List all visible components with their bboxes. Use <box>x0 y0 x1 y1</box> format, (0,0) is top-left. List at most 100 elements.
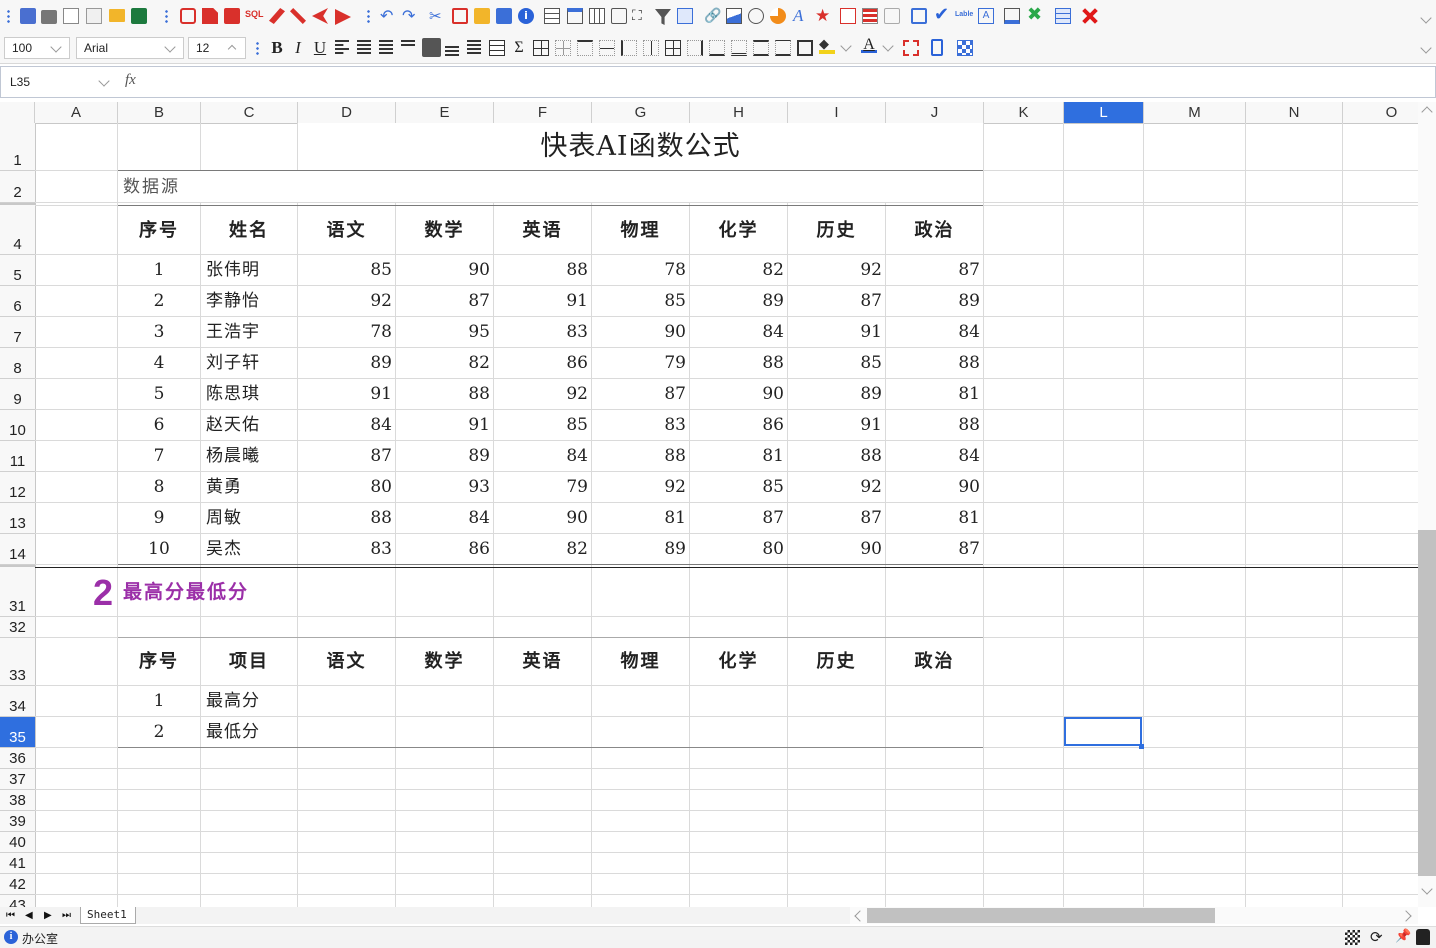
cell-grid[interactable]: 快表AI函数公式 数据源 序号 姓名 语文 数学 英语 物理 化学 历史 政治 … <box>35 123 1418 907</box>
border-all-icon[interactable] <box>533 40 549 56</box>
redo-icon[interactable]: ↷ <box>402 8 418 24</box>
row-header[interactable]: 42 <box>0 874 35 895</box>
column-header[interactable]: D <box>298 102 396 123</box>
border-hmiddle-icon[interactable] <box>599 40 615 56</box>
run-icon[interactable] <box>335 9 351 25</box>
align-center-icon[interactable] <box>357 40 371 56</box>
mobile-icon[interactable] <box>931 39 943 56</box>
fullscreen-icon[interactable] <box>903 40 919 56</box>
refresh-icon[interactable]: ⟳ <box>1370 929 1386 945</box>
paste-special-icon[interactable] <box>496 8 512 24</box>
row-header[interactable]: 2 <box>0 171 35 203</box>
toolbar-grip-icon[interactable] <box>7 9 10 23</box>
list-icon[interactable] <box>1055 8 1071 24</box>
confirm-icon[interactable]: ✖ <box>1027 6 1043 24</box>
row-header[interactable]: 37 <box>0 769 35 790</box>
column-header[interactable]: A <box>35 102 118 123</box>
row-header[interactable]: 36 <box>0 748 35 769</box>
row-header[interactable]: 39 <box>0 811 35 832</box>
font-color-icon[interactable]: A <box>861 37 877 53</box>
row-header[interactable]: 14 <box>0 534 35 565</box>
grid-icon[interactable] <box>589 8 605 24</box>
border-thick-bottom-icon[interactable] <box>775 40 791 56</box>
screenshot-icon[interactable] <box>911 8 927 24</box>
shape-icon[interactable] <box>748 8 764 24</box>
star-icon[interactable]: ★ <box>815 7 831 25</box>
label-icon[interactable]: Lable <box>955 11 973 27</box>
merge-cells-icon[interactable] <box>489 40 505 56</box>
row-header[interactable]: 5 <box>0 255 35 286</box>
border-vmiddle-icon[interactable] <box>643 40 659 56</box>
zoom-select[interactable]: 100 <box>4 37 70 59</box>
align-top-icon[interactable] <box>401 40 415 48</box>
pdf-icon[interactable] <box>180 8 196 24</box>
border-top-icon[interactable] <box>577 40 593 56</box>
selected-cell[interactable] <box>1064 717 1142 746</box>
dropdown-control-icon[interactable] <box>1004 8 1020 24</box>
column-header-selected[interactable]: L <box>1064 102 1144 123</box>
toolbar-grip-icon[interactable] <box>367 9 370 23</box>
row-header[interactable]: 41 <box>0 853 35 874</box>
row-header[interactable]: 10 <box>0 410 35 441</box>
open-folder-icon[interactable] <box>109 9 125 22</box>
insert-image-icon[interactable] <box>726 8 742 24</box>
underline-button[interactable]: U <box>310 38 330 58</box>
border-double-bottom-icon[interactable] <box>731 40 747 56</box>
formula-input[interactable] <box>151 72 1421 92</box>
row-header-selected[interactable]: 35 <box>0 717 35 748</box>
binoculars-icon[interactable]: ⛶ <box>632 8 648 24</box>
toolbar-expand-icon[interactable] <box>1420 12 1432 24</box>
column-header[interactable]: C <box>201 102 298 123</box>
print-icon[interactable] <box>41 10 57 24</box>
info-icon[interactable]: i <box>518 8 534 24</box>
chart-pie-icon[interactable] <box>770 8 786 24</box>
wrap-text-icon[interactable] <box>467 40 481 56</box>
font-name-select[interactable]: Arial <box>76 37 184 59</box>
insert-sheet-icon[interactable] <box>202 8 218 24</box>
column-header[interactable]: E <box>396 102 494 123</box>
export-excel-icon[interactable] <box>131 8 147 24</box>
next-sheet-icon[interactable]: ▶ <box>44 910 54 921</box>
toolbar-grip-icon[interactable] <box>256 41 259 55</box>
row-header[interactable]: 4 <box>0 203 35 255</box>
toolbar-grip-icon[interactable] <box>165 9 168 23</box>
column-header[interactable]: B <box>118 102 201 123</box>
delete-sheet-icon[interactable] <box>224 8 240 24</box>
column-header[interactable]: J <box>886 102 984 123</box>
image-table-icon[interactable] <box>677 8 693 24</box>
sheet-tab[interactable]: Sheet1 <box>80 907 136 924</box>
row-header[interactable]: 34 <box>0 686 35 717</box>
copy-icon[interactable] <box>452 8 468 24</box>
column-header[interactable]: H <box>690 102 788 123</box>
save-icon[interactable] <box>20 8 36 24</box>
undo-icon[interactable]: ↶ <box>380 8 396 24</box>
close-icon[interactable] <box>1081 7 1099 25</box>
bold-button[interactable]: B <box>267 38 287 58</box>
italic-button[interactable]: I <box>288 38 308 58</box>
column-header[interactable]: N <box>1246 102 1343 123</box>
link-icon[interactable]: 🔗 <box>704 8 721 24</box>
insert-table-icon[interactable] <box>544 8 560 24</box>
column-header[interactable]: K <box>984 102 1064 123</box>
row-header[interactable]: 11 <box>0 441 35 472</box>
sum-icon[interactable]: Σ <box>509 38 529 58</box>
scroll-down-icon[interactable] <box>1421 883 1433 895</box>
page-setup-icon[interactable] <box>86 8 102 24</box>
column-header[interactable]: I <box>788 102 886 123</box>
border-inside-icon[interactable] <box>665 40 681 56</box>
align-middle-icon[interactable] <box>422 38 441 57</box>
row-header[interactable]: 13 <box>0 503 35 534</box>
row-header[interactable]: 31 <box>0 565 35 617</box>
vertical-scroll-thumb[interactable] <box>1418 530 1436 876</box>
first-sheet-icon[interactable]: ⏮ <box>6 910 16 921</box>
row-header[interactable]: 1 <box>0 123 35 171</box>
brush-icon[interactable] <box>269 8 285 24</box>
paste-icon[interactable] <box>474 8 490 24</box>
scroll-up-icon[interactable] <box>1421 106 1433 118</box>
row-header[interactable]: 12 <box>0 472 35 503</box>
name-box[interactable]: L35 <box>5 72 115 92</box>
border-none-icon[interactable] <box>555 40 571 56</box>
select-all-corner[interactable] <box>0 102 35 123</box>
vertical-scrollbar[interactable] <box>1418 102 1436 907</box>
horizontal-scrollbar[interactable] <box>850 907 1418 924</box>
